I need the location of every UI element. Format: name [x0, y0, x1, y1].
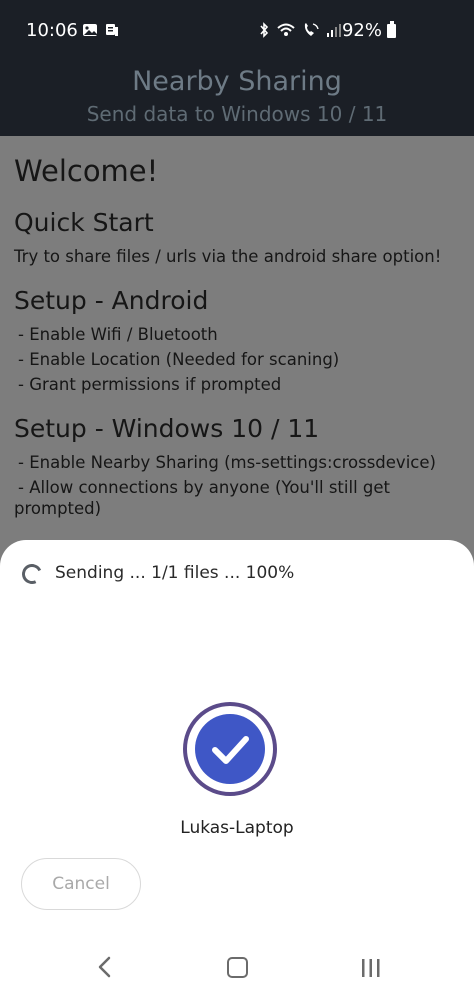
bluetooth-icon [260, 22, 269, 38]
signal-icon [327, 24, 341, 37]
cancel-button[interactable]: Cancel [21, 858, 141, 910]
setup-android-heading: Setup - Android [14, 286, 209, 315]
setup-windows-item: prompted) [14, 499, 102, 518]
notification-icon [106, 24, 118, 36]
quick-start-heading: Quick Start [14, 208, 154, 237]
call-icon [304, 23, 319, 36]
setup-android-item: - Grant permissions if prompted [18, 375, 282, 394]
sending-status: Sending ... 1/1 files ... 100% [55, 563, 295, 583]
back-icon[interactable] [96, 956, 114, 978]
app-title: Nearby Sharing [132, 66, 342, 97]
setup-windows-item: - Enable Nearby Sharing (ms-settings:cro… [18, 453, 436, 472]
wifi-icon [277, 23, 295, 36]
setup-windows-item: - Allow connections by anyone (You'll st… [18, 478, 390, 497]
welcome-heading: Welcome! [14, 154, 159, 188]
sending-bottom-sheet: Sending ... 1/1 files ... 100% Lukas-Lap… [0, 540, 474, 1000]
setup-android-item: - Enable Wifi / Bluetooth [18, 325, 218, 344]
app-subtitle: Send data to Windows 10 / 11 [86, 102, 388, 126]
progress-spinner-icon [19, 561, 45, 587]
device-avatar-fill [195, 714, 265, 784]
navigation-bar [0, 940, 474, 1000]
device-name: Lukas-Laptop [180, 818, 294, 838]
status-bar: 10:06 92% [0, 0, 474, 60]
setup-android-item: - Enable Location (Needed for scaning) [18, 350, 340, 369]
status-time: 10:06 [26, 20, 78, 41]
gallery-icon [83, 24, 97, 36]
battery-icon [387, 21, 396, 38]
device-avatar[interactable] [183, 702, 277, 796]
quick-start-text: Try to share files / urls via the androi… [14, 247, 442, 266]
app-header: Nearby Sharing Send data to Windows 10 /… [0, 60, 474, 136]
checkmark-icon [212, 736, 249, 764]
home-icon[interactable] [227, 957, 248, 978]
setup-windows-heading: Setup - Windows 10 / 11 [14, 414, 320, 443]
battery-level: 92% [341, 20, 382, 41]
recent-apps-icon[interactable] [360, 958, 382, 978]
